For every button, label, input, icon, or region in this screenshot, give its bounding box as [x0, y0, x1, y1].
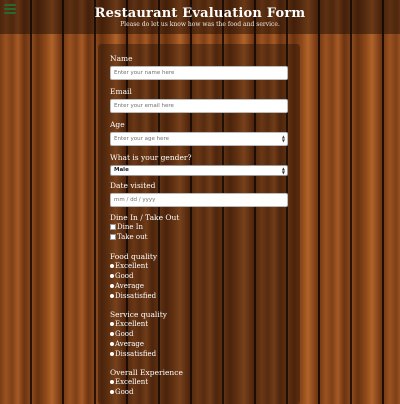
gender-label: What is your gender? — [110, 153, 192, 162]
overall-group: Overall Experience Excellent Good — [110, 368, 288, 397]
food-dissatisfied-label: Dissatisfied — [115, 292, 157, 300]
service-average-option[interactable]: Average — [110, 339, 288, 349]
radio-icon[interactable] — [110, 390, 114, 394]
overall-good-label: Good — [115, 388, 134, 396]
service-good-option[interactable]: Good — [110, 329, 288, 339]
dine-in-option[interactable]: Dine In — [110, 222, 288, 232]
radio-icon[interactable] — [110, 264, 114, 268]
number-spinner-icon[interactable]: ▲ ▼ — [282, 135, 285, 143]
service-excellent-option[interactable]: Excellent — [110, 319, 288, 329]
food-dissatisfied-option[interactable]: Dissatisfied — [110, 291, 288, 301]
radio-icon[interactable] — [110, 322, 114, 326]
radio-icon[interactable] — [110, 352, 114, 356]
age-input[interactable]: Enter your age here ▲ ▼ — [110, 132, 288, 146]
email-placeholder: Enter your email here — [114, 103, 174, 109]
food-good-label: Good — [115, 272, 134, 280]
service-excellent-label: Excellent — [115, 320, 149, 328]
service-quality-label: Service quality — [110, 310, 167, 319]
age-label: Age — [110, 120, 125, 129]
name-group: Name Enter your name here — [110, 54, 288, 80]
email-input[interactable]: Enter your email here — [110, 99, 288, 113]
food-average-option[interactable]: Average — [110, 281, 288, 291]
page-title: Restaurant Evaluation Form — [94, 6, 306, 21]
dine-label: Dine In / Take Out — [110, 213, 180, 222]
page-subtitle: Please do let us know how was the food a… — [120, 21, 280, 28]
gender-group: What is your gender? Male ▲ ▼ — [110, 153, 288, 176]
name-placeholder: Enter your name here — [114, 70, 175, 76]
checkbox-icon[interactable] — [110, 234, 116, 240]
service-average-label: Average — [115, 340, 145, 348]
radio-icon[interactable] — [110, 294, 114, 298]
overall-label: Overall Experience — [110, 368, 183, 377]
checkbox-icon[interactable] — [110, 224, 116, 230]
food-excellent-label: Excellent — [115, 262, 149, 270]
service-dissatisfied-label: Dissatisfied — [115, 350, 157, 358]
page-header: Restaurant Evaluation Form Please do let… — [0, 0, 400, 34]
radio-icon[interactable] — [110, 332, 114, 336]
take-out-option[interactable]: Take out — [110, 232, 288, 242]
overall-excellent-option[interactable]: Excellent — [110, 377, 288, 387]
food-quality-group: Food quality Excellent Good Average Diss… — [110, 252, 288, 301]
take-out-label: Take out — [117, 233, 148, 241]
service-dissatisfied-option[interactable]: Dissatisfied — [110, 349, 288, 359]
name-label: Name — [110, 54, 133, 63]
radio-icon[interactable] — [110, 380, 114, 384]
food-excellent-option[interactable]: Excellent — [110, 261, 288, 271]
food-average-label: Average — [115, 282, 145, 290]
food-quality-label: Food quality — [110, 252, 158, 261]
name-input[interactable]: Enter your name here — [110, 66, 288, 80]
select-arrows-icon: ▲ ▼ — [281, 166, 285, 175]
dine-group: Dine In / Take Out Dine In Take out — [110, 213, 288, 242]
radio-icon[interactable] — [110, 342, 114, 346]
gender-selected-value: Male — [114, 167, 129, 173]
date-input[interactable]: mm / dd / yyyy — [110, 193, 288, 207]
radio-icon[interactable] — [110, 284, 114, 288]
date-group: Date visited mm / dd / yyyy — [110, 181, 288, 207]
radio-icon[interactable] — [110, 274, 114, 278]
email-label: Email — [110, 87, 132, 96]
service-quality-group: Service quality Excellent Good Average D… — [110, 310, 288, 359]
date-label: Date visited — [110, 181, 156, 190]
age-group: Age Enter your age here ▲ ▼ — [110, 120, 288, 146]
service-good-label: Good — [115, 330, 134, 338]
date-placeholder: mm / dd / yyyy — [114, 197, 156, 203]
email-group: Email Enter your email here — [110, 87, 288, 113]
overall-good-option[interactable]: Good — [110, 387, 288, 397]
overall-excellent-label: Excellent — [115, 378, 149, 386]
form-panel: Name Enter your name here Email Enter yo… — [98, 44, 300, 404]
dine-in-label: Dine In — [117, 223, 144, 231]
age-placeholder: Enter your age here — [114, 136, 170, 142]
food-good-option[interactable]: Good — [110, 271, 288, 281]
gender-select[interactable]: Male ▲ ▼ — [110, 165, 288, 176]
